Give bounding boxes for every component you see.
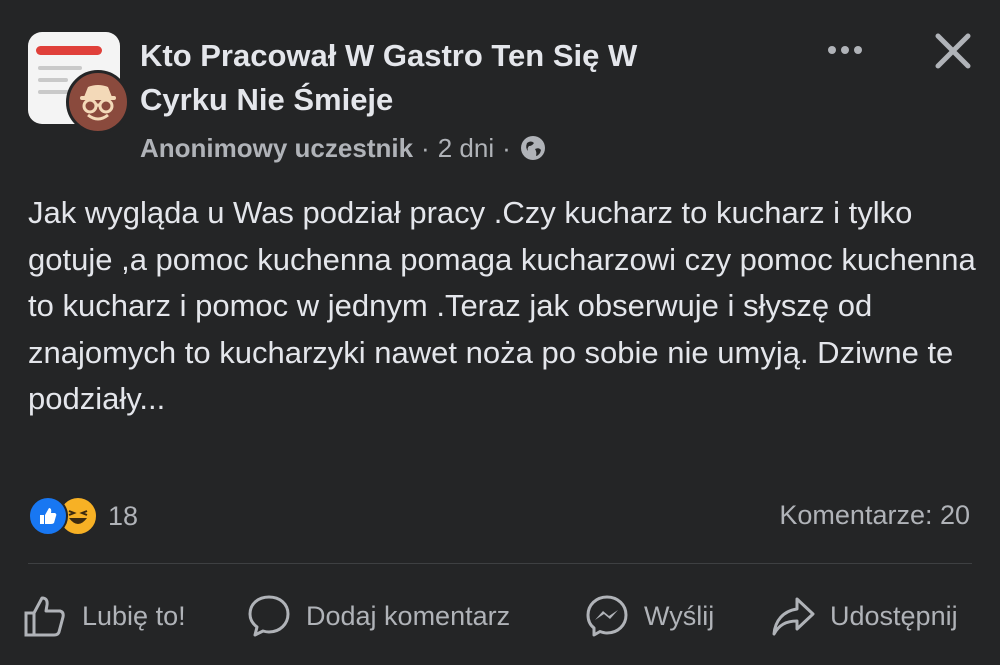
post-text: Jak wygląda u Was podział pracy .Czy kuc… <box>28 195 976 416</box>
anonymous-avatar[interactable] <box>66 70 130 134</box>
comment-button[interactable]: Dodaj komentarz <box>246 588 510 644</box>
more-dot-icon <box>854 46 862 54</box>
post-meta: Anonimowy uczestnik · 2 dni · <box>140 130 547 166</box>
more-dot-icon <box>841 46 849 54</box>
post-time[interactable]: 2 dni <box>438 133 494 164</box>
more-dot-icon <box>828 46 836 54</box>
comment-label: Dodaj komentarz <box>306 600 511 631</box>
meta-separator: · <box>421 132 430 163</box>
comment-icon <box>248 595 290 637</box>
thumbnail-text-line <box>38 66 82 70</box>
reaction-count: 18 <box>108 500 139 531</box>
like-icon <box>28 496 68 536</box>
send-label: Wyślij <box>644 600 715 631</box>
like-label: Lubię to! <box>82 600 186 631</box>
close-icon <box>935 33 971 69</box>
share-label: Udostępnij <box>830 600 958 631</box>
thumbs-up-icon <box>24 596 65 637</box>
more-options-button[interactable] <box>822 36 868 64</box>
incognito-icon <box>80 85 116 121</box>
divider <box>28 563 972 564</box>
reactions-summary[interactable]: 18 <box>28 496 138 536</box>
like-button[interactable]: Lubię to! <box>22 588 186 644</box>
meta-separator: · <box>502 132 511 163</box>
author-name[interactable]: Anonimowy uczestnik <box>140 133 413 164</box>
send-button[interactable]: Wyślij <box>584 588 714 644</box>
share-icon <box>772 597 815 636</box>
globe-icon <box>520 136 545 160</box>
close-button[interactable] <box>930 28 976 74</box>
share-button[interactable]: Udostępnij <box>770 588 958 644</box>
group-name[interactable]: Kto Pracował W Gastro Ten Się W Cyrku Ni… <box>140 34 730 122</box>
comments-count[interactable]: Komentarze: 20 <box>779 500 970 531</box>
thumbnail-text-line <box>38 78 68 82</box>
messenger-icon <box>586 595 628 637</box>
action-bar: Lubię to! Dodaj komentarz Wyślij Udostęp… <box>0 588 1000 644</box>
thumbnail-message-bubble <box>36 46 102 55</box>
